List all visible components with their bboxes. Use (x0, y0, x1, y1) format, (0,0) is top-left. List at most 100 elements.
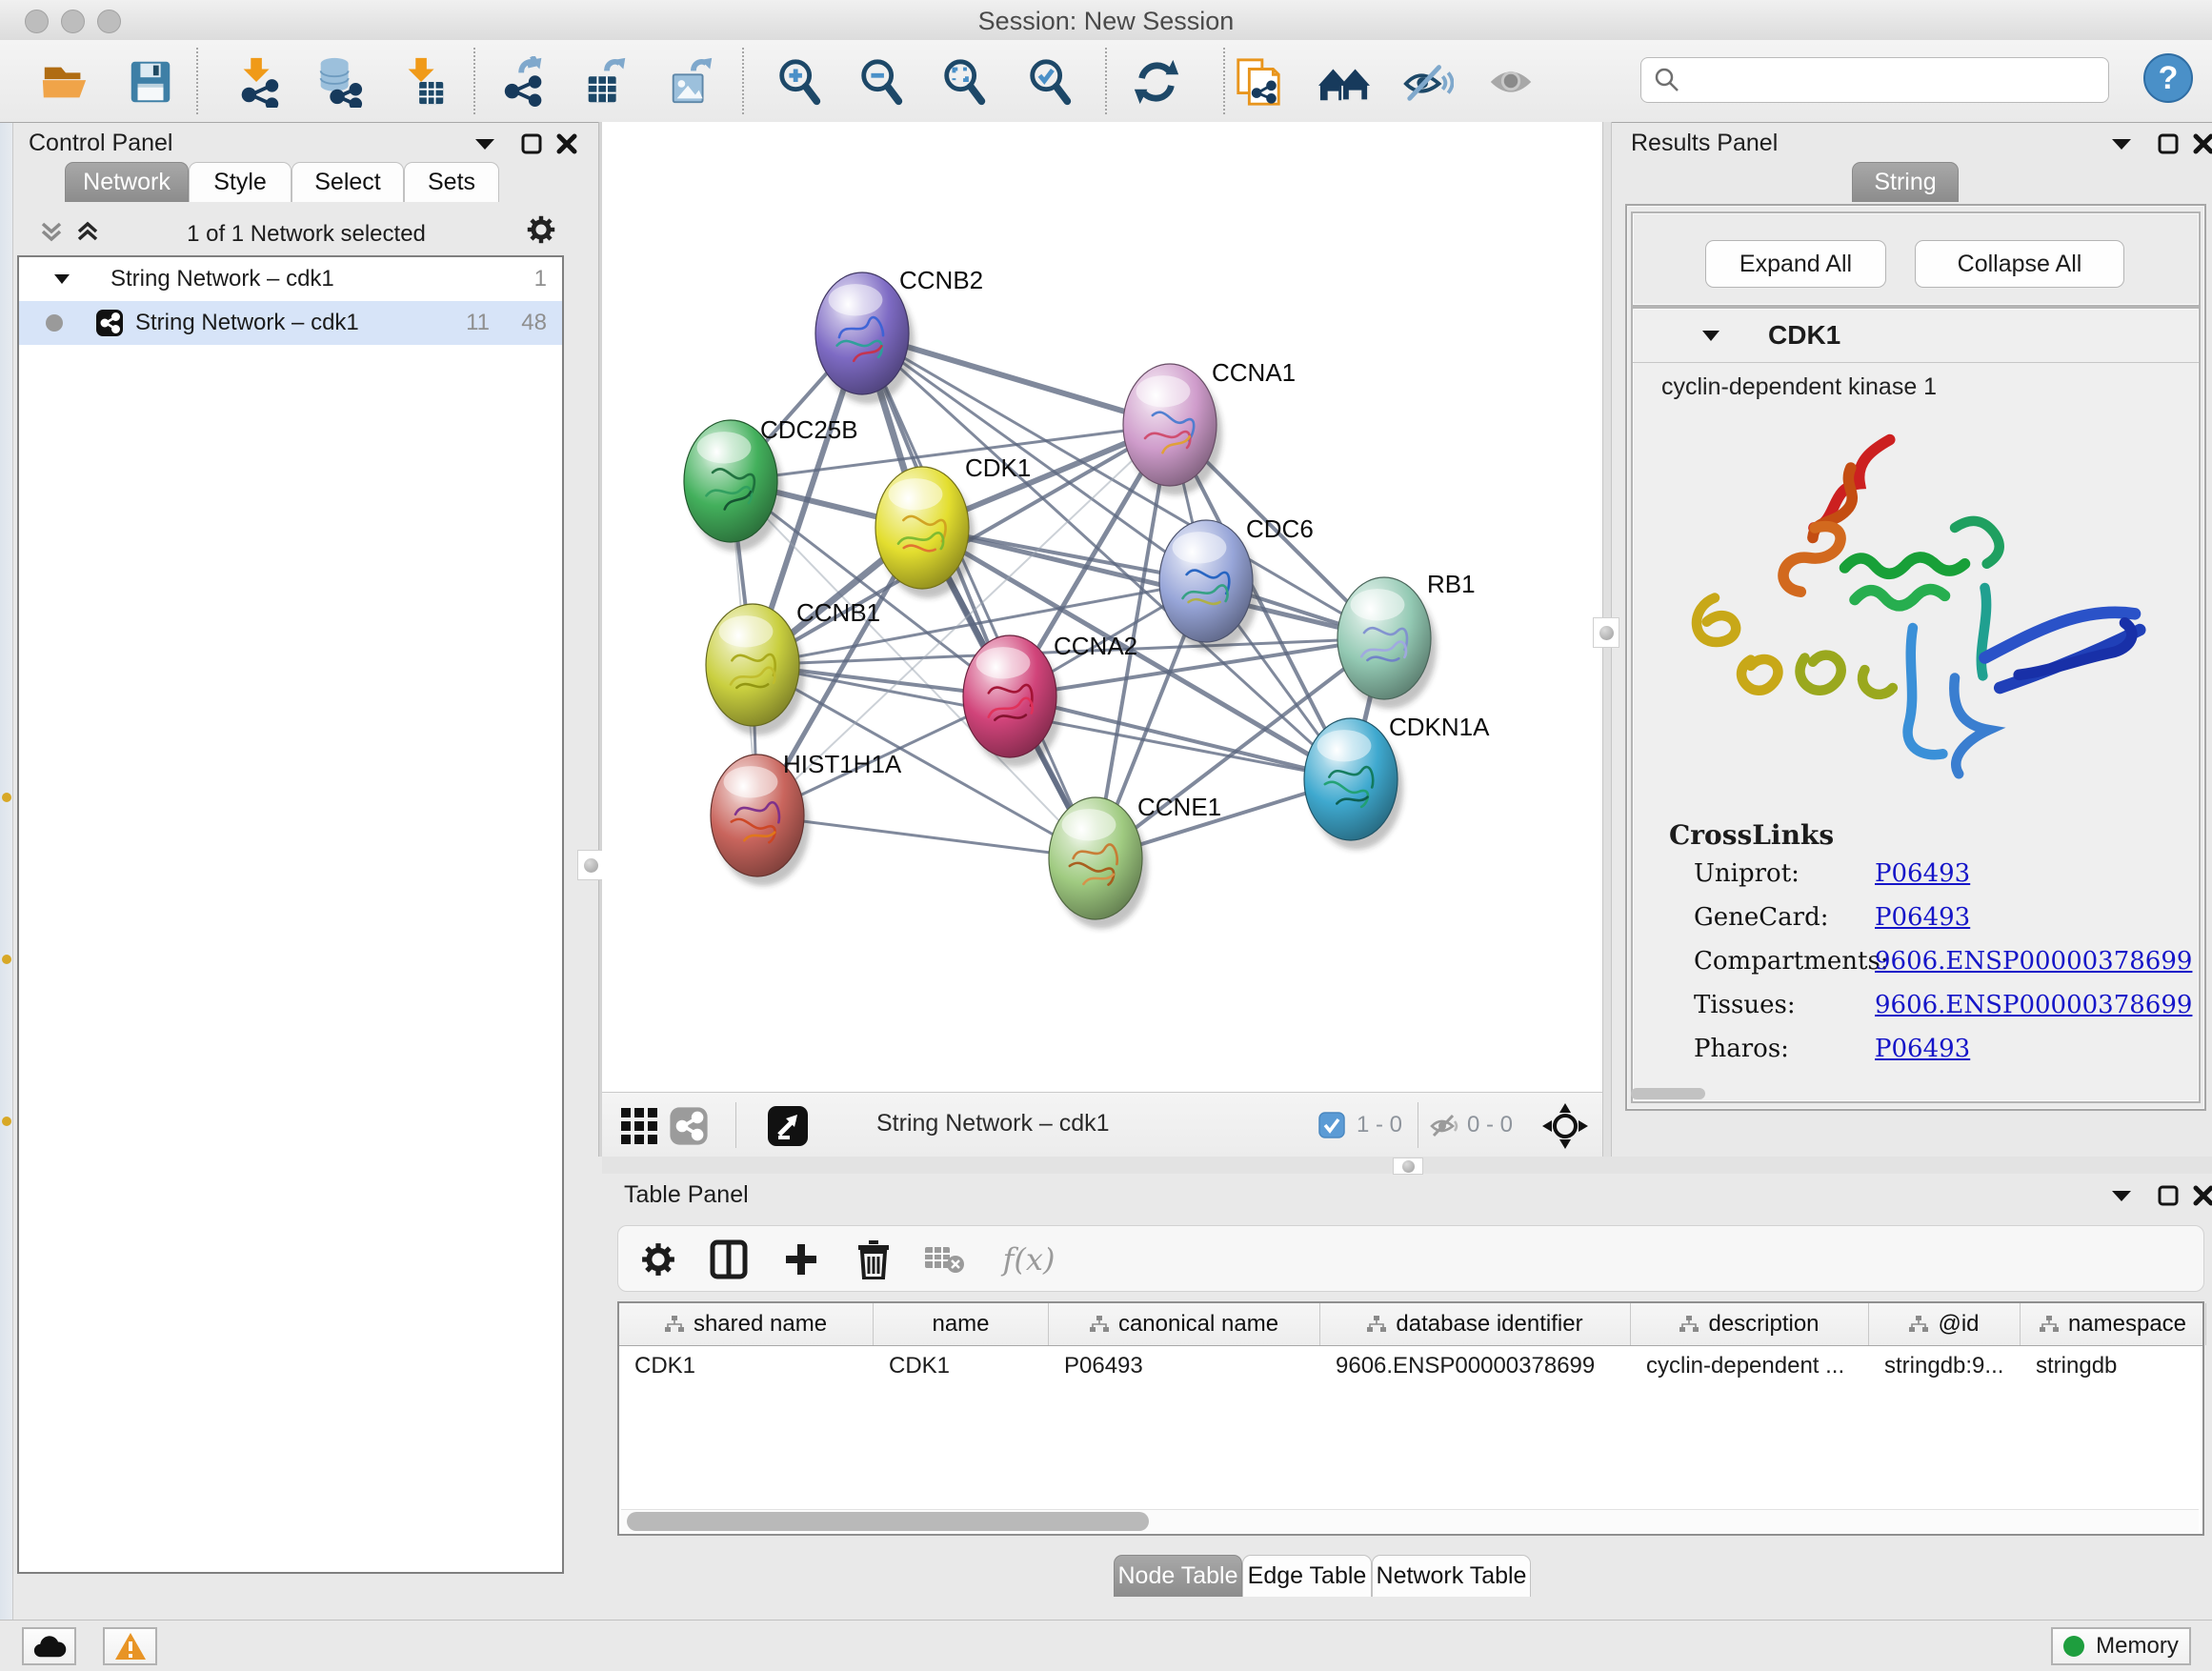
tab-node-table[interactable]: Node Table (1114, 1555, 1242, 1597)
shared-column-icon (1679, 1316, 1699, 1333)
zoom-selected-icon[interactable] (1022, 53, 1079, 111)
control-panel-close-icon[interactable] (551, 130, 583, 158)
results-panel-close-icon[interactable] (2187, 130, 2212, 158)
search-input[interactable] (1691, 66, 2095, 94)
control-panel-float-icon[interactable] (515, 130, 548, 158)
horizontal-splitter-grip[interactable] (1393, 1158, 1423, 1175)
table-cell: stringdb:9... (1869, 1346, 2021, 1386)
refresh-icon[interactable] (1128, 53, 1185, 111)
control-panel-collapse-icon[interactable] (469, 130, 501, 158)
tab-sets[interactable]: Sets (404, 162, 499, 202)
column-header-shared-name[interactable]: shared name (619, 1303, 874, 1345)
main-toolbar: ? (0, 40, 2212, 123)
tab-select[interactable]: Select (292, 162, 404, 202)
show-all-icon[interactable] (1482, 53, 1539, 111)
tab-network-table[interactable]: Network Table (1372, 1555, 1531, 1597)
import-table-icon[interactable] (394, 53, 452, 111)
birds-eye-view-icon[interactable] (1541, 1102, 1589, 1150)
string-view-icon[interactable] (667, 1104, 711, 1148)
export-image-icon[interactable] (663, 53, 720, 111)
export-table-icon[interactable] (578, 53, 635, 111)
column-header-canonical-name[interactable]: canonical name (1049, 1303, 1320, 1345)
crosslink-link[interactable]: P06493 (1875, 859, 1970, 888)
delete-column-icon[interactable] (852, 1238, 895, 1281)
network-row-selected[interactable]: String Network – cdk1 11 48 (19, 301, 562, 345)
grid-view-icon[interactable] (617, 1104, 661, 1148)
crosslink-row: Compartments:9606.ENSP00000378699 (1625, 947, 2206, 991)
column-header-namespace[interactable]: namespace (2021, 1303, 2206, 1345)
node-CCNE1[interactable] (1049, 797, 1148, 929)
table-hscrollbar (621, 1509, 2199, 1533)
table-panel-close-icon[interactable] (2187, 1181, 2212, 1210)
collection-expand-icon[interactable] (53, 273, 70, 285)
zoom-fit-icon[interactable] (936, 53, 994, 111)
results-panel-float-icon[interactable] (2152, 130, 2184, 158)
node-RB1[interactable] (1337, 577, 1437, 709)
control-panel-title: Control Panel (29, 130, 172, 157)
save-session-icon[interactable] (122, 53, 179, 111)
table-row[interactable]: CDK1CDK1P064939606.ENSP00000378699cyclin… (619, 1346, 2202, 1386)
column-header--id[interactable]: @id (1869, 1303, 2021, 1345)
warning-status-button[interactable] (103, 1627, 157, 1665)
first-neighbors-icon[interactable] (1316, 53, 1373, 111)
column-header-database-identifier[interactable]: database identifier (1320, 1303, 1631, 1345)
title-bar: Session: New Session (0, 0, 2212, 41)
left-splitter-grip[interactable] (577, 850, 604, 880)
status-bar (0, 1620, 2212, 1671)
network-panel-gear-icon[interactable] (525, 215, 557, 244)
add-column-icon[interactable] (779, 1238, 823, 1281)
node-label-CDC6: CDC6 (1246, 514, 1314, 543)
import-network-icon[interactable] (230, 53, 287, 111)
collapse-all-button[interactable]: Collapse All (1915, 240, 2124, 288)
help-icon[interactable]: ? (2140, 50, 2197, 107)
crosslink-link[interactable]: P06493 (1875, 903, 1970, 932)
zoom-out-icon[interactable] (854, 53, 911, 111)
search-icon (1653, 66, 1681, 94)
node-CDC6[interactable] (1159, 520, 1258, 652)
show-columns-icon[interactable] (707, 1238, 751, 1281)
crosslink-link[interactable]: 9606.ENSP00000378699 (1875, 991, 2192, 1019)
table-cell: CDK1 (874, 1346, 1049, 1386)
expand-all-button[interactable]: Expand All (1705, 240, 1886, 288)
column-header-description[interactable]: description (1631, 1303, 1869, 1345)
table-panel-float-icon[interactable] (2152, 1181, 2184, 1210)
tab-style[interactable]: Style (189, 162, 292, 202)
detach-view-icon[interactable] (766, 1104, 810, 1148)
protein-header-row[interactable]: CDK1 (1633, 311, 2199, 363)
open-session-icon[interactable] (36, 53, 93, 111)
cloud-status-button[interactable] (22, 1627, 76, 1665)
node-CCNB1[interactable] (706, 604, 805, 735)
hide-selected-icon[interactable] (1399, 53, 1457, 111)
tab-string-results[interactable]: String (1852, 162, 1959, 202)
network-view-toolbar: String Network – cdk1 1 - 0 0 - 0 (602, 1092, 1602, 1158)
protein-collapse-icon[interactable] (1701, 330, 1720, 342)
memory-button[interactable]: Memory (2051, 1627, 2191, 1665)
crosslink-row: Uniprot:P06493 (1625, 859, 2206, 903)
window-title: Session: New Session (0, 7, 2212, 36)
import-network-from-database-icon[interactable] (310, 53, 367, 111)
tab-edge-table[interactable]: Edge Table (1242, 1555, 1372, 1597)
results-hscroll-thumb[interactable] (1631, 1088, 1705, 1099)
network-edge-count: 48 (521, 310, 547, 336)
network-collection-row[interactable]: String Network – cdk1 1 (19, 257, 562, 301)
node-label-HIST1H1A: HIST1H1A (783, 750, 902, 778)
tab-network[interactable]: Network (65, 162, 189, 202)
shared-column-icon (665, 1316, 684, 1333)
edge-CCNB2-CCNE1[interactable] (862, 333, 1096, 858)
node-label-CCNA1: CCNA1 (1212, 358, 1296, 387)
node-CCNA2[interactable] (963, 635, 1062, 767)
crosslink-link[interactable]: 9606.ENSP00000378699 (1875, 947, 2192, 976)
table-gear-icon[interactable] (636, 1238, 680, 1281)
results-panel-collapse-icon[interactable] (2105, 130, 2138, 158)
export-network-icon[interactable] (496, 53, 553, 111)
column-header-label: name (932, 1311, 989, 1338)
crosslink-label: Pharos: (1694, 1035, 1789, 1063)
table-hscrollbar-thumb[interactable] (627, 1512, 1149, 1531)
network-canvas[interactable]: CCNB2CCNA1CDC25BCDK1CDC6RB1CCNB1CCNA2CDK… (602, 122, 1602, 1092)
crosslink-link[interactable]: P06493 (1875, 1035, 1970, 1063)
column-header-name[interactable]: name (874, 1303, 1049, 1345)
new-network-from-selection-icon[interactable] (1230, 53, 1287, 111)
node-label-CDK1: CDK1 (965, 453, 1031, 482)
zoom-in-icon[interactable] (772, 53, 829, 111)
table-panel-collapse-icon[interactable] (2105, 1181, 2138, 1210)
